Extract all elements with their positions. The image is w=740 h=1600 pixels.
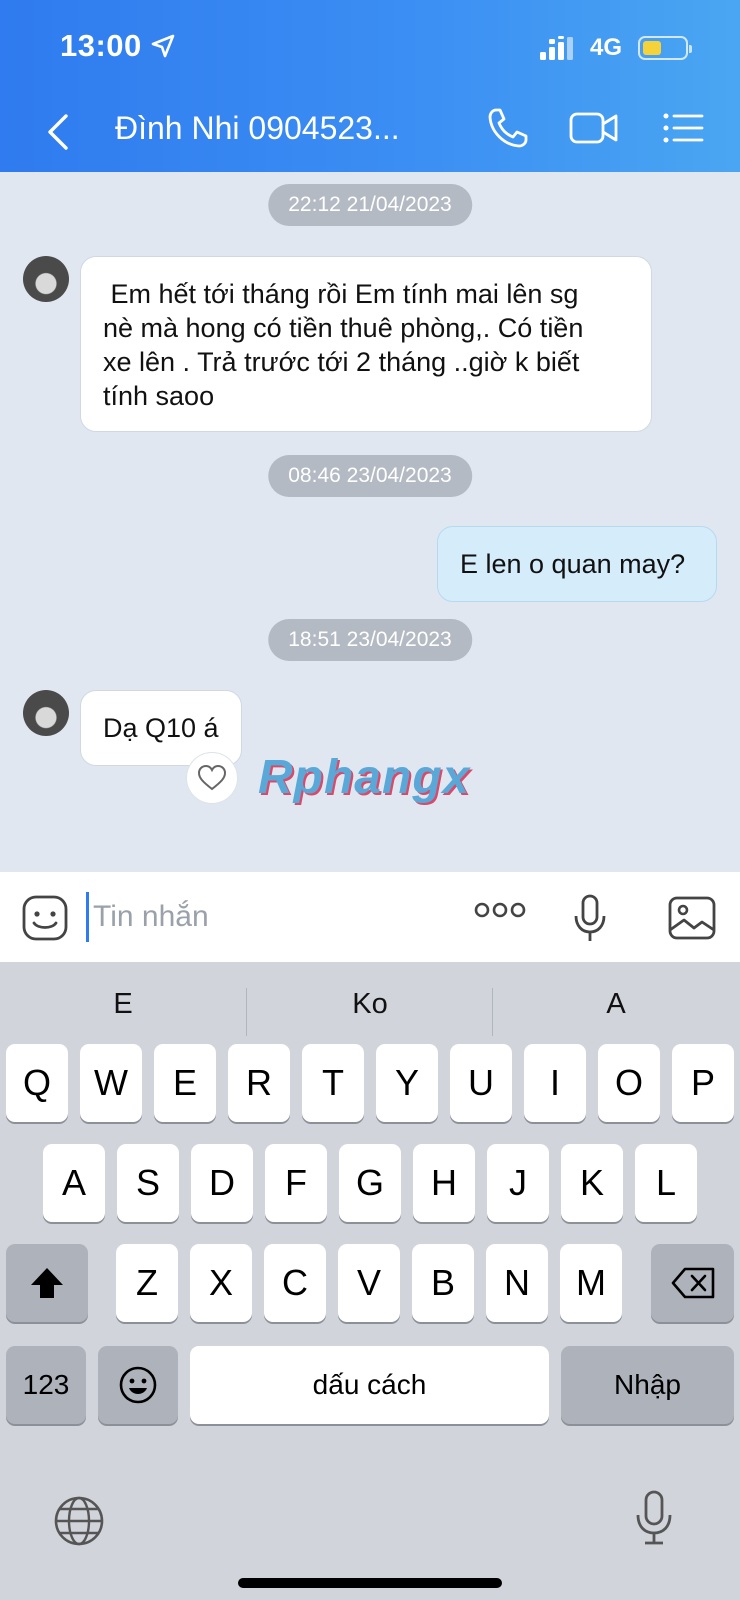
keyboard-switch-button[interactable] bbox=[52, 1494, 106, 1553]
key-k[interactable]: K bbox=[561, 1144, 623, 1222]
key-i[interactable]: I bbox=[524, 1044, 586, 1122]
message-timestamp: 08:46 23/04/2023 bbox=[268, 455, 472, 497]
home-indicator[interactable] bbox=[238, 1578, 502, 1588]
phone-icon bbox=[488, 108, 528, 148]
key-o[interactable]: O bbox=[598, 1044, 660, 1122]
globe-icon bbox=[54, 1496, 104, 1546]
message-line: xe lên . Trả trước tới 2 tháng ..giờ k b… bbox=[103, 347, 580, 377]
avatar[interactable] bbox=[23, 690, 69, 736]
key-z[interactable]: Z bbox=[116, 1244, 178, 1322]
composer-bar bbox=[0, 872, 740, 962]
more-options-button[interactable] bbox=[474, 900, 526, 925]
emoji-face-icon bbox=[22, 895, 68, 941]
video-camera-icon bbox=[569, 112, 618, 144]
message-input[interactable] bbox=[86, 892, 446, 942]
message-timestamp: 18:51 23/04/2023 bbox=[268, 619, 472, 661]
key-h[interactable]: H bbox=[413, 1144, 475, 1222]
react-heart-button[interactable] bbox=[186, 752, 238, 804]
on-screen-keyboard: E Ko A QWERTYUIOP ASDFGHJKL ZXCVBNM 123 … bbox=[0, 962, 740, 1600]
key-c[interactable]: C bbox=[264, 1244, 326, 1322]
menu-list-icon bbox=[663, 113, 704, 143]
message-text: Dạ Q10 á bbox=[103, 713, 219, 743]
key-j[interactable]: J bbox=[487, 1144, 549, 1222]
microphone-icon bbox=[574, 894, 606, 941]
message-text: E len o quan may? bbox=[460, 549, 686, 579]
suggestion-item[interactable]: A bbox=[493, 988, 739, 1021]
chat-options-button[interactable] bbox=[662, 106, 704, 155]
voice-call-button[interactable] bbox=[486, 106, 530, 155]
incoming-message-bubble[interactable]: Em hết tới tháng rồi Em tính mai lên sg … bbox=[80, 256, 652, 432]
battery-level bbox=[643, 41, 661, 55]
key-g[interactable]: G bbox=[339, 1144, 401, 1222]
numbers-key[interactable]: 123 bbox=[6, 1346, 86, 1424]
emoji-keyboard-key[interactable] bbox=[98, 1346, 178, 1424]
message-line: Em hết tới tháng rồi Em tính mai lên sg bbox=[103, 279, 579, 309]
back-button[interactable] bbox=[38, 108, 78, 156]
message-timestamp: 22:12 21/04/2023 bbox=[268, 184, 472, 226]
key-a[interactable]: A bbox=[43, 1144, 105, 1222]
key-x[interactable]: X bbox=[190, 1244, 252, 1322]
heart-icon bbox=[197, 764, 227, 791]
send-image-button[interactable] bbox=[668, 896, 716, 945]
key-p[interactable]: P bbox=[672, 1044, 734, 1122]
key-u[interactable]: U bbox=[450, 1044, 512, 1122]
microphone-icon bbox=[636, 1490, 672, 1545]
dictation-button[interactable] bbox=[634, 1490, 674, 1551]
message-line: tính saoo bbox=[103, 381, 215, 411]
key-m[interactable]: M bbox=[560, 1244, 622, 1322]
contact-title[interactable]: Đình Nhi 0904523... bbox=[115, 110, 400, 147]
message-line: nè mà hong có tiền thuê phòng,. Có tiền bbox=[103, 313, 584, 343]
video-call-button[interactable] bbox=[568, 106, 620, 155]
watermark-logo: Rphangx bbox=[258, 751, 471, 804]
space-key[interactable]: dấu cách bbox=[190, 1346, 549, 1424]
key-s[interactable]: S bbox=[117, 1144, 179, 1222]
message-list[interactable]: 22:12 21/04/2023 Em hết tới tháng rồi Em… bbox=[0, 172, 740, 872]
key-r[interactable]: R bbox=[228, 1044, 290, 1122]
sticker-button[interactable] bbox=[22, 895, 68, 946]
key-b[interactable]: B bbox=[412, 1244, 474, 1322]
key-w[interactable]: W bbox=[80, 1044, 142, 1122]
chevron-left-icon bbox=[48, 114, 68, 150]
shift-key[interactable] bbox=[6, 1244, 88, 1322]
emoji-smiley-icon bbox=[119, 1366, 157, 1404]
suggestion-item[interactable]: E bbox=[0, 988, 246, 1021]
shift-arrow-icon bbox=[31, 1268, 63, 1298]
key-q[interactable]: Q bbox=[6, 1044, 68, 1122]
key-v[interactable]: V bbox=[338, 1244, 400, 1322]
network-type: 4G bbox=[590, 34, 623, 61]
image-gallery-icon bbox=[668, 896, 716, 940]
backspace-key[interactable] bbox=[651, 1244, 734, 1322]
status-time: 13:00 bbox=[60, 28, 142, 63]
battery-icon bbox=[638, 36, 692, 60]
key-t[interactable]: T bbox=[302, 1044, 364, 1122]
key-n[interactable]: N bbox=[486, 1244, 548, 1322]
key-l[interactable]: L bbox=[635, 1144, 697, 1222]
location-arrow-icon bbox=[150, 33, 176, 64]
key-f[interactable]: F bbox=[265, 1144, 327, 1222]
suggestion-item[interactable]: Ko bbox=[247, 988, 493, 1021]
outgoing-message-bubble[interactable]: E len o quan may? bbox=[437, 526, 717, 602]
key-y[interactable]: Y bbox=[376, 1044, 438, 1122]
backspace-icon bbox=[671, 1267, 714, 1299]
voice-message-button[interactable] bbox=[572, 894, 608, 949]
key-d[interactable]: D bbox=[191, 1144, 253, 1222]
chat-header: 13:00 4G Đình Nhi 0904523... bbox=[0, 0, 740, 172]
avatar[interactable] bbox=[23, 256, 69, 302]
return-key[interactable]: Nhập bbox=[561, 1346, 734, 1424]
more-dots-icon bbox=[474, 902, 526, 918]
key-e[interactable]: E bbox=[154, 1044, 216, 1122]
cellular-signal-icon bbox=[540, 36, 580, 65]
